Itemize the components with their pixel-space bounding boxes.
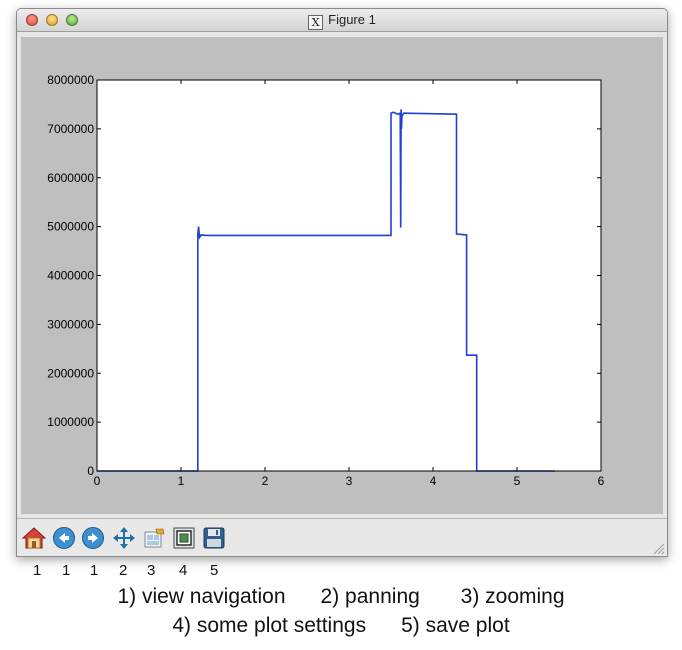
button-number-save: 5 [210, 562, 219, 579]
configure-subplots-button[interactable] [140, 524, 167, 551]
button-number-back: 1 [62, 562, 71, 579]
title-bar: X Figure 1 [17, 9, 667, 32]
save-button[interactable] [200, 524, 227, 551]
button-number-forward: 1 [90, 562, 99, 579]
y-tick-label: 5000000 [47, 220, 94, 234]
window-title: Figure 1 [328, 12, 376, 27]
y-tick-label: 8000000 [47, 73, 94, 87]
button-number-subplots: 3 [147, 562, 156, 579]
y-tick-label: 4000000 [47, 269, 94, 283]
x-tick-label: 4 [430, 474, 437, 488]
pan-button[interactable] [110, 524, 137, 551]
home-icon [21, 526, 46, 548]
caption-line-1: 1) view navigation 2) panning 3) zooming [117, 585, 565, 608]
x-tick-label: 0 [94, 474, 101, 488]
y-tick-label: 6000000 [47, 171, 94, 185]
y-tick-label: 2000000 [47, 366, 94, 380]
y-tick-label: 0 [87, 464, 94, 478]
y-tick-label: 3000000 [47, 317, 94, 331]
x-tick-label: 5 [514, 474, 521, 488]
back-button[interactable] [50, 524, 77, 551]
floppy-disk-icon [203, 527, 224, 548]
move-icon [112, 526, 135, 549]
y-tick-label: 1000000 [47, 415, 94, 429]
caption-line-2: 4) some plot settings 5) save plot [172, 614, 510, 637]
button-number-zoom: 4 [179, 562, 188, 579]
figure-canvas[interactable]: 0 1 2 3 4 5 6 0 1000000 2000000 3000000 4000000 5000… [17, 32, 667, 518]
resize-grip-icon[interactable] [653, 543, 665, 555]
figure-window: X Figure 1 0 1 2 3 4 5 6 0 1000000 2000000 3000000 4… [16, 8, 668, 557]
x11-icon: X [308, 15, 324, 30]
subplots-icon [144, 528, 164, 547]
window-title-wrap: X Figure 1 [17, 12, 667, 30]
home-button[interactable] [20, 524, 47, 551]
button-number-pan: 2 [119, 562, 128, 579]
forward-arrow-icon [81, 526, 104, 549]
zoom-rect-icon [173, 527, 194, 548]
y-tick-label: 7000000 [47, 122, 94, 136]
navigation-toolbar [17, 518, 667, 556]
forward-button[interactable] [79, 524, 106, 551]
x-tick-label: 2 [262, 474, 269, 488]
plot-area [97, 80, 601, 471]
back-arrow-icon [52, 526, 75, 549]
line-chart[interactable]: 0 1 2 3 4 5 6 0 1000000 2000000 3000000 4000000 5000… [17, 32, 667, 518]
zoom-button[interactable] [170, 524, 197, 551]
x-tick-label: 1 [178, 474, 185, 488]
x-tick-label: 3 [346, 474, 353, 488]
button-number-home: 1 [33, 562, 42, 579]
x-tick-label: 6 [598, 474, 605, 488]
